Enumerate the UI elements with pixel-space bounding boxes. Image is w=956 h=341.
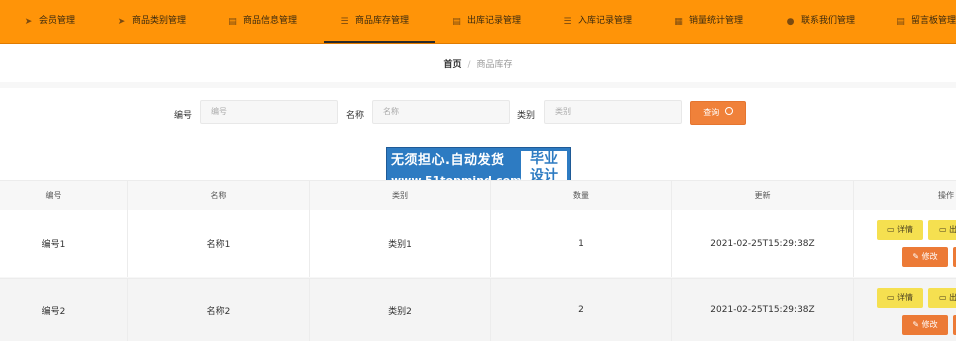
outbound-button[interactable]: ▭ 出 xyxy=(928,220,956,240)
detail-button[interactable]: ▭ 详情 xyxy=(877,288,923,308)
nav-item-members[interactable]: ➤ 会员管理 xyxy=(24,0,75,43)
cell-name: 名称1 xyxy=(128,210,310,277)
detail-button-label: 详情 xyxy=(897,293,914,302)
cell-category: 类别1 xyxy=(310,210,491,277)
pin-icon: ● xyxy=(786,17,795,27)
cell-quantity: 2 xyxy=(491,279,672,341)
edit-button-label: 修改 xyxy=(921,252,938,261)
cell-id: 编号1 xyxy=(0,210,128,277)
id-label: 编号 xyxy=(174,111,193,121)
breadcrumb: 首页 / 商品库存 xyxy=(0,44,956,82)
document-icon: ▤ xyxy=(452,17,461,27)
column-header-name: 名称 xyxy=(128,181,310,210)
column-header-id: 编号 xyxy=(0,181,128,210)
nav-item-label: 销量统计管理 xyxy=(689,16,744,26)
column-header-actions: 操作 xyxy=(938,191,954,200)
nav-item-inventory[interactable]: ☰ 商品库存管理 xyxy=(323,0,436,43)
send-icon: ➤ xyxy=(117,17,126,27)
nav-item-categories[interactable]: ➤ 商品类别管理 xyxy=(117,0,186,43)
table-header: 编号 名称 类别 数量 更新 操作 xyxy=(0,180,956,211)
table-row: 编号1 名称1 类别1 1 2021-02-25T15:29:38Z ▭ 详情 … xyxy=(0,210,956,277)
nav-item-label: 商品类别管理 xyxy=(132,16,187,26)
document-icon: ▤ xyxy=(896,17,905,27)
cell-id: 编号2 xyxy=(0,279,128,341)
breadcrumb-current: 商品库存 xyxy=(476,60,513,70)
cell-quantity: 1 xyxy=(491,210,672,277)
nav-item-label: 出库记录管理 xyxy=(467,16,522,26)
category-input[interactable]: 类别 xyxy=(544,100,682,124)
id-input[interactable]: 编号 xyxy=(200,100,338,124)
table-row: 编号2 名称2 类别2 2 2021-02-25T15:29:38Z ▭ 详情 … xyxy=(0,278,956,341)
nav-item-sales-stats[interactable]: ▦ 销量统计管理 xyxy=(674,0,743,43)
nav-item-outbound[interactable]: ▤ 出库记录管理 xyxy=(452,0,521,43)
edit-button-label: 修改 xyxy=(921,320,938,329)
category-label: 类别 xyxy=(517,111,536,121)
pencil-icon: ✎ xyxy=(912,252,922,261)
nav-item-messages[interactable]: ▤ 留言板管理 xyxy=(896,0,956,43)
query-button-label: 查询 xyxy=(703,108,720,117)
column-header-quantity: 数量 xyxy=(491,181,672,210)
nav-item-inbound[interactable]: ☰ 入库记录管理 xyxy=(563,0,632,43)
top-nav: ➤ 会员管理 ➤ 商品类别管理 ▤ 商品信息管理 ☰ 商品库存管理 ▤ 出库记录管理 ☰ 入… xyxy=(0,0,956,44)
document-icon: ▤ xyxy=(228,17,237,27)
watermark-badge-line1: 毕业 xyxy=(530,151,558,167)
watermark-slogan: 无须担心.自动发货 xyxy=(391,153,505,168)
list-icon: ☰ xyxy=(340,17,349,27)
cell-category: 类别2 xyxy=(310,279,491,341)
file-icon: ▭ xyxy=(886,225,898,234)
nav-item-label: 留言板管理 xyxy=(911,16,956,26)
search-icon xyxy=(724,107,733,115)
nav-item-label: 商品库存管理 xyxy=(355,16,410,26)
cell-updated: 2021-02-25T15:29:38Z xyxy=(672,279,854,341)
nav-item-products[interactable]: ▤ 商品信息管理 xyxy=(228,0,297,43)
query-button[interactable]: 查询 xyxy=(690,101,746,125)
nav-item-label: 入库记录管理 xyxy=(578,16,633,26)
file-icon: ▭ xyxy=(938,293,950,302)
detail-button[interactable]: ▭ 详情 xyxy=(877,220,923,240)
breadcrumb-separator: / xyxy=(467,60,471,70)
column-header-updated: 更新 xyxy=(672,181,854,210)
pencil-icon: ✎ xyxy=(912,320,922,329)
breadcrumb-home[interactable]: 首页 xyxy=(443,60,461,70)
name-label: 名称 xyxy=(346,111,365,121)
detail-button-label: 详情 xyxy=(897,225,914,234)
column-header-category: 类别 xyxy=(310,181,491,210)
name-input[interactable]: 名称 xyxy=(372,100,510,124)
nav-item-label: 商品信息管理 xyxy=(243,16,298,26)
edit-button[interactable]: ✎ 修改 xyxy=(902,247,948,267)
grid-icon: ▦ xyxy=(674,17,683,27)
nav-item-label: 会员管理 xyxy=(39,16,76,26)
outbound-button-label: 出 xyxy=(949,293,956,302)
list-icon: ☰ xyxy=(563,17,572,27)
file-icon: ▭ xyxy=(938,225,950,234)
edit-button[interactable]: ✎ 修改 xyxy=(902,315,948,335)
outbound-button[interactable]: ▭ 出 xyxy=(928,288,956,308)
outbound-button-label: 出 xyxy=(949,225,956,234)
send-icon: ➤ xyxy=(24,17,33,27)
file-icon: ▭ xyxy=(886,293,898,302)
nav-item-contact[interactable]: ● 联系我们管理 xyxy=(786,0,855,43)
nav-item-label: 联系我们管理 xyxy=(801,16,856,26)
cell-updated: 2021-02-25T15:29:38Z xyxy=(672,210,854,277)
cell-name: 名称2 xyxy=(128,279,310,341)
